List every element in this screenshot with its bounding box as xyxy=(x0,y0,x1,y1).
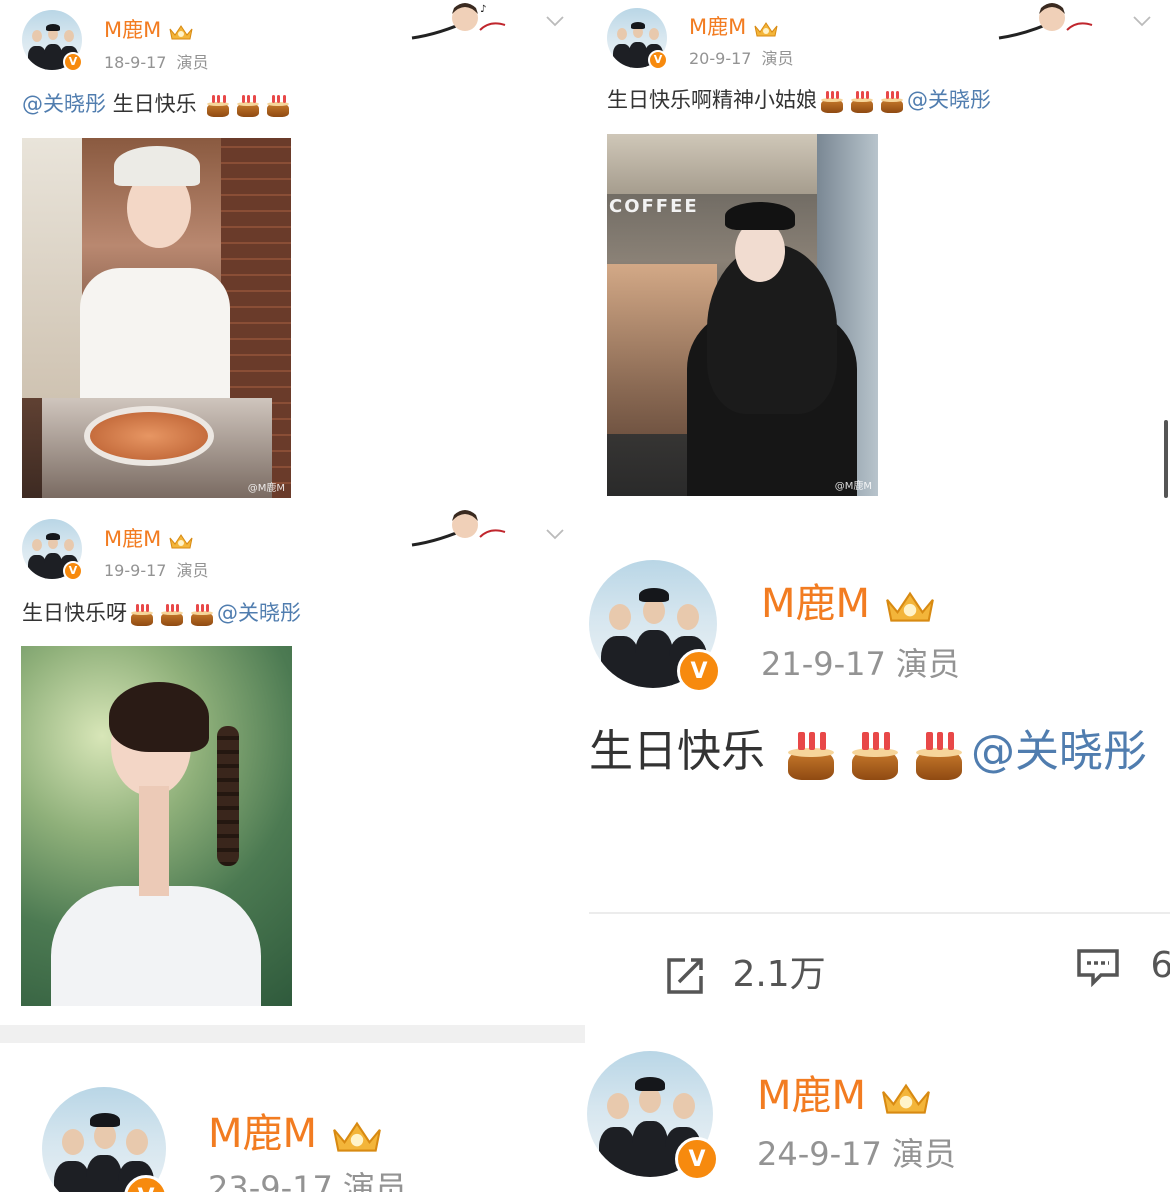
cake-emoji-icon xyxy=(265,93,291,117)
post-card-24-9-17: V M鹿M 24-9-17 演员 xyxy=(585,1025,1170,1192)
cake-emoji-icon xyxy=(189,602,215,626)
crown-icon xyxy=(879,1078,933,1118)
cake-emoji-icon xyxy=(849,89,875,113)
post-card-20-9-17: V M鹿M 20-9-17 演员 生日快乐啊精神小姑娘 @关晓彤 COFFEE @M… xyxy=(585,0,1170,505)
cake-emoji-icon xyxy=(912,728,966,780)
author-role: 演员 xyxy=(761,49,794,68)
verified-badge: V xyxy=(675,1137,719,1181)
post-date: 19-9-17 xyxy=(104,561,167,580)
mention-link[interactable]: @关晓彤 xyxy=(907,88,991,112)
post-text: 生日快乐 @关晓彤 xyxy=(589,723,1147,781)
post-card-23-9-17: V M鹿M 23-9-17演员 xyxy=(0,1043,585,1192)
post-card-21-9-17: V M鹿M 21-9-17 演员 生日快乐 @关晓彤 2.1万 6 xyxy=(585,505,1170,1025)
cake-emoji-icon xyxy=(819,89,845,113)
author-name[interactable]: M鹿M xyxy=(104,523,194,553)
cake-emoji-icon xyxy=(784,728,838,780)
author-role: 演员 xyxy=(895,645,960,683)
author-name[interactable]: M鹿M xyxy=(208,1101,384,1159)
divider xyxy=(589,912,1170,914)
repost-icon xyxy=(663,956,707,996)
verified-badge: V xyxy=(63,52,83,72)
author-role: 演员 xyxy=(176,561,209,580)
author-name[interactable]: M鹿M xyxy=(757,1063,933,1121)
post-meta: 21-9-17 演员 xyxy=(761,639,960,685)
cake-emoji-icon xyxy=(159,602,185,626)
crown-icon xyxy=(168,22,194,40)
verified-badge: V xyxy=(677,649,721,693)
author-name[interactable]: M鹿M xyxy=(104,14,194,44)
cake-emoji-icon xyxy=(848,728,902,780)
post-text: 生日快乐啊精神小姑娘 @关晓彤 xyxy=(607,88,991,113)
repost-count: 2.1万 xyxy=(732,954,826,995)
post-photo[interactable]: @M鹿M xyxy=(22,138,291,498)
post-date: 18-9-17 xyxy=(104,53,167,72)
post-text: 生日快乐呀 @关晓彤 xyxy=(22,601,301,626)
section-separator xyxy=(0,1025,585,1043)
comment-count: 6 xyxy=(1150,945,1170,986)
post-date: 24-9-17 xyxy=(757,1135,882,1173)
comment-icon xyxy=(1075,947,1121,988)
chevron-down-icon[interactable] xyxy=(545,525,565,544)
cake-emoji-icon xyxy=(205,93,231,117)
post-meta: 24-9-17 演员 xyxy=(757,1129,956,1175)
author-role: 演员 xyxy=(176,53,209,72)
author-role: 演员 xyxy=(342,1169,407,1192)
author-name[interactable]: M鹿M xyxy=(761,571,937,629)
svg-text:♪: ♪ xyxy=(480,4,486,15)
post-meta: 20-9-17 演员 xyxy=(689,45,793,69)
verified-badge: V xyxy=(63,561,83,581)
cake-emoji-icon xyxy=(879,89,905,113)
mention-link[interactable]: @关晓彤 xyxy=(22,92,106,116)
post-card-18-9-17: V M鹿M 18-9-17 演员 ♪ @关晓彤 生日快乐 @M鹿M xyxy=(0,0,585,505)
post-meta: 23-9-17 演员 xyxy=(208,1163,407,1192)
post-date: 20-9-17 xyxy=(689,49,752,68)
cake-emoji-icon xyxy=(235,93,261,117)
post-photo[interactable] xyxy=(21,646,292,1006)
author-role: 演员 xyxy=(891,1135,956,1173)
comment-button[interactable]: 6 xyxy=(1075,945,1170,988)
scrollbar[interactable] xyxy=(1164,420,1168,498)
post-date: 21-9-17 xyxy=(761,645,886,683)
post-date: 23-9-17 xyxy=(208,1169,333,1192)
signature-decoration: ♪ xyxy=(411,3,506,40)
signature-decoration xyxy=(411,510,506,547)
verified-badge: V xyxy=(648,50,668,70)
cake-emoji-icon xyxy=(129,602,155,626)
mention-link[interactable]: @关晓彤 xyxy=(217,601,301,625)
photo-watermark: @M鹿M xyxy=(247,483,285,494)
post-card-19-9-17: V M鹿M 19-9-17 演员 生日快乐呀 @关晓彤 xyxy=(0,505,585,1025)
crown-icon xyxy=(330,1116,384,1156)
photo-watermark: @M鹿M xyxy=(834,481,872,492)
chevron-down-icon[interactable] xyxy=(1132,12,1152,31)
crown-icon xyxy=(168,531,194,549)
coffee-sign: COFFEE xyxy=(609,196,699,217)
post-meta: 19-9-17 演员 xyxy=(104,557,208,581)
post-meta: 18-9-17 演员 xyxy=(104,49,208,73)
mention-link[interactable]: @关晓彤 xyxy=(971,726,1147,777)
chevron-down-icon[interactable] xyxy=(545,12,565,31)
author-name[interactable]: M鹿M xyxy=(689,11,779,41)
signature-decoration xyxy=(998,3,1093,40)
crown-icon xyxy=(753,19,779,37)
post-photo[interactable]: COFFEE @M鹿M xyxy=(607,134,878,496)
post-text: @关晓彤 生日快乐 xyxy=(22,90,293,118)
repost-button[interactable]: 2.1万 xyxy=(663,945,826,997)
crown-icon xyxy=(883,586,937,626)
